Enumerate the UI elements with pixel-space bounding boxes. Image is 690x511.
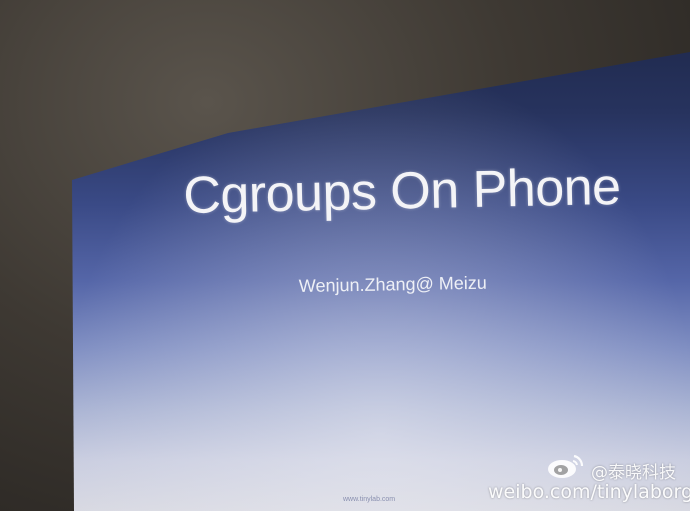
- watermark-url: weibo.com/tinylaborg: [488, 481, 690, 503]
- slide-footer-url: www.tinylab.com: [343, 496, 396, 503]
- slide-title: Cgroups On Phone: [182, 157, 622, 226]
- slide-subtitle: Wenjun.Zhang@ Meizu: [298, 272, 488, 297]
- weibo-logo-icon: [548, 454, 584, 478]
- photo: Cgroups On Phone Wenjun.Zhang@ Meizu www…: [0, 0, 690, 511]
- watermark-handle: @泰晓科技: [591, 463, 676, 483]
- slide-light-glow: [72, 52, 690, 511]
